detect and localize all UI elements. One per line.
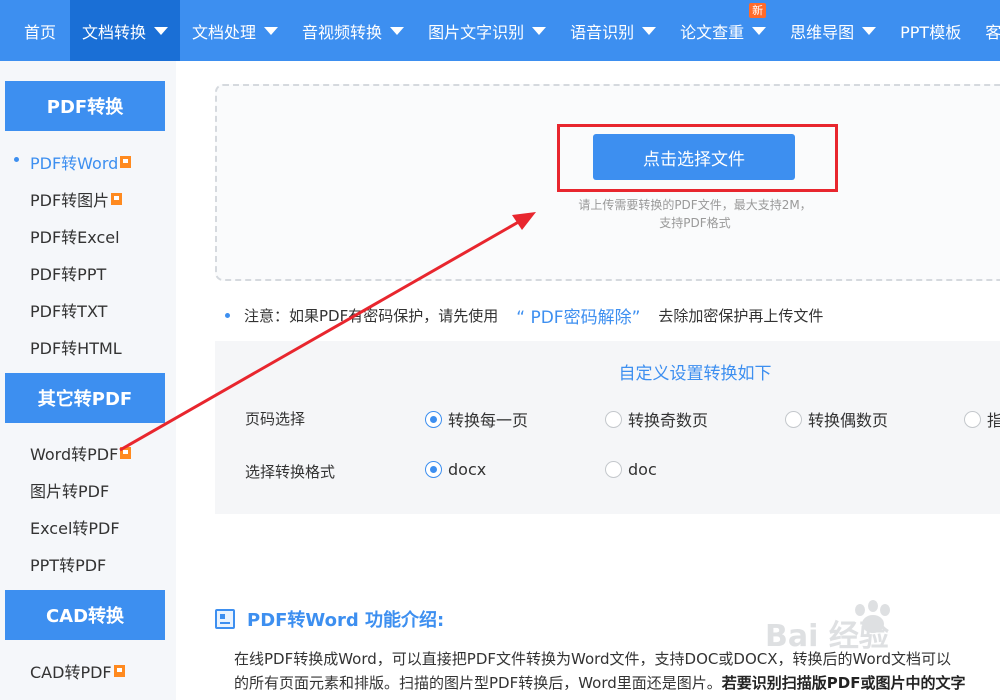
nav-ocr[interactable]: 图片文字识别 [416, 0, 558, 61]
nav-label: 思维导图 [790, 22, 855, 42]
upload-hint: 请上传需要转换的PDF文件，最大支持2M， 支持PDF格式 [540, 196, 850, 232]
radio-label: 转换奇数页 [628, 411, 709, 430]
sidebar-heading-cad: CAD转换 [5, 590, 165, 640]
sidebar-item-pdf-to-ppt[interactable]: PDF转PPT [30, 261, 106, 285]
nav-client[interactable]: 客 [973, 0, 1000, 61]
sidebar-item-excel-to-pdf[interactable]: Excel转PDF [30, 515, 120, 539]
radio-unchecked-icon [605, 410, 622, 428]
nav-label: 图片文字识别 [428, 22, 525, 42]
settings-title: 自定义设置转换如下 [618, 364, 772, 384]
watermark-text: Bai 经验 [765, 619, 889, 654]
sidebar-item-label: PDF转TXT [30, 302, 108, 321]
caret-down-icon [532, 26, 547, 35]
caret-down-icon [154, 26, 169, 35]
intro-line2-text: 的所有页面元素和排版。扫描的图片型PDF转换后，Word里面还是图片。 [234, 674, 722, 692]
sidebar-item-label: PDF转HTML [30, 339, 122, 358]
radio-odd-pages[interactable]: 转换奇数页 [605, 407, 708, 431]
notice-suffix: 去除加密保护再上传文件 [658, 307, 824, 325]
sidebar-item-label: 图片转PDF [30, 482, 110, 501]
sidebar-heading-pdf-convert: PDF转换 [5, 81, 165, 131]
sidebar-item-label: Excel转PDF [30, 519, 120, 538]
radio-unchecked-icon [964, 410, 981, 428]
upload-hint-line2: 支持PDF格式 [659, 216, 731, 230]
intro-title-text: PDF转Word 功能介绍: [247, 610, 445, 631]
top-nav: 首页 文档转换 文档处理 音视频转换 图片文字识别 语音识别 论文查重新 思维导… [0, 0, 1000, 61]
radio-label: 指 [987, 411, 1000, 430]
radio-unchecked-icon [605, 461, 622, 478]
pdf-unlock-link[interactable]: “ PDF密码解除” [516, 303, 640, 328]
document-icon [215, 609, 235, 629]
radio-every-page[interactable]: 转换每一页 [425, 407, 528, 431]
radio-even-pages[interactable]: 转换偶数页 [785, 407, 888, 431]
feature-intro-title: PDF转Word 功能介绍: [215, 606, 444, 632]
sidebar-item-ppt-to-pdf[interactable]: PPT转PDF [30, 552, 106, 576]
sidebar-item-pdf-to-html[interactable]: PDF转HTML [30, 335, 122, 359]
nav-label: 文档转换 [82, 22, 147, 42]
radio-checked-icon [425, 410, 442, 428]
caret-down-icon [752, 26, 767, 35]
vip-icon [113, 665, 125, 677]
page-select-label: 页码选择 [245, 410, 306, 428]
sidebar-item-label: PDF转图片 [30, 191, 110, 210]
nav-av-convert[interactable]: 音视频转换 [290, 0, 416, 61]
radio-label: doc [628, 460, 657, 479]
sidebar-item-pdf-to-image[interactable]: PDF转图片 [30, 187, 123, 211]
choose-file-button[interactable]: 点击选择文件 [593, 134, 795, 180]
radio-label: docx [448, 460, 487, 479]
radio-docx[interactable]: docx [425, 460, 486, 479]
radio-checked-icon [425, 461, 442, 478]
sidebar-heading-other-to-pdf: 其它转PDF [5, 373, 165, 423]
nav-plagiarism[interactable]: 论文查重新 [668, 0, 778, 61]
nav-label: PPT模板 [900, 22, 962, 42]
password-notice: 注意：如果PDF有密码保护，请先使用 “ PDF密码解除” 去除加密保护再上传文… [225, 303, 823, 328]
radio-doc[interactable]: doc [605, 460, 657, 479]
sidebar-item-label: Word转PDF [30, 445, 119, 464]
upload-hint-line1: 请上传需要转换的PDF文件，最大支持2M， [578, 198, 812, 212]
intro-paragraph-line2: 的所有页面元素和排版。扫描的图片型PDF转换后，Word里面还是图片。若要识别扫… [234, 672, 1000, 693]
sidebar-item-label: CAD转PDF [30, 663, 112, 682]
nav-home[interactable]: 首页 [0, 0, 70, 61]
conversion-settings-panel: 自定义设置转换如下 页码选择 转换每一页 转换奇数页 转换偶数页 指 选择转换格… [215, 341, 1000, 514]
new-badge: 新 [749, 3, 767, 18]
sidebar-item-label: PDF转PPT [30, 265, 107, 284]
nav-ppt-template[interactable]: PPT模板 [888, 0, 973, 61]
radio-unchecked-icon [785, 410, 802, 428]
baidu-jingyan-watermark: Bai 经验 [765, 600, 890, 654]
active-dot-icon [14, 157, 19, 162]
nav-doc-convert[interactable]: 文档转换 [70, 0, 181, 61]
sidebar-item-label: PDF转Excel [30, 228, 120, 247]
caret-down-icon [390, 26, 405, 35]
notice-prefix: 注意：如果PDF有密码保护，请先使用 [244, 307, 499, 325]
intro-line2-bold: 若要识别扫描版PDF或图片中的文字 [721, 674, 966, 692]
nav-speech[interactable]: 语音识别 [558, 0, 668, 61]
sidebar-item-pdf-to-txt[interactable]: PDF转TXT [30, 298, 107, 322]
vip-icon [120, 447, 132, 459]
sidebar-item-label: PPT转PDF [30, 556, 107, 575]
sidebar-item-label: PDF转Word [30, 154, 119, 173]
nav-label: 客 [985, 22, 1000, 42]
radio-label: 转换偶数页 [808, 411, 889, 430]
radio-label: 转换每一页 [448, 411, 529, 430]
vip-icon [120, 156, 132, 168]
nav-home-label: 首页 [24, 22, 57, 42]
sidebar-item-pdf-to-excel[interactable]: PDF转Excel [30, 224, 120, 248]
radio-specified-pages[interactable]: 指 [964, 407, 1000, 431]
sidebar-item-image-to-pdf[interactable]: 图片转PDF [30, 478, 109, 502]
vip-icon [111, 193, 123, 205]
nav-label: 文档处理 [192, 22, 257, 42]
nav-label: 音视频转换 [302, 22, 383, 42]
nav-label: 论文查重 [680, 22, 745, 42]
format-select-label: 选择转换格式 [245, 463, 336, 481]
caret-down-icon [862, 26, 877, 35]
nav-doc-process[interactable]: 文档处理 [180, 0, 290, 61]
sidebar-item-pdf-to-word[interactable]: PDF转Word [30, 150, 132, 174]
sidebar-item-word-to-pdf[interactable]: Word转PDF [30, 441, 132, 465]
nav-label: 语音识别 [570, 22, 635, 42]
bullet-icon [225, 313, 230, 318]
caret-down-icon [642, 26, 657, 35]
caret-down-icon [264, 26, 279, 35]
nav-mindmap[interactable]: 思维导图 [778, 0, 888, 61]
sidebar-item-cad-to-pdf[interactable]: CAD转PDF [30, 659, 125, 683]
